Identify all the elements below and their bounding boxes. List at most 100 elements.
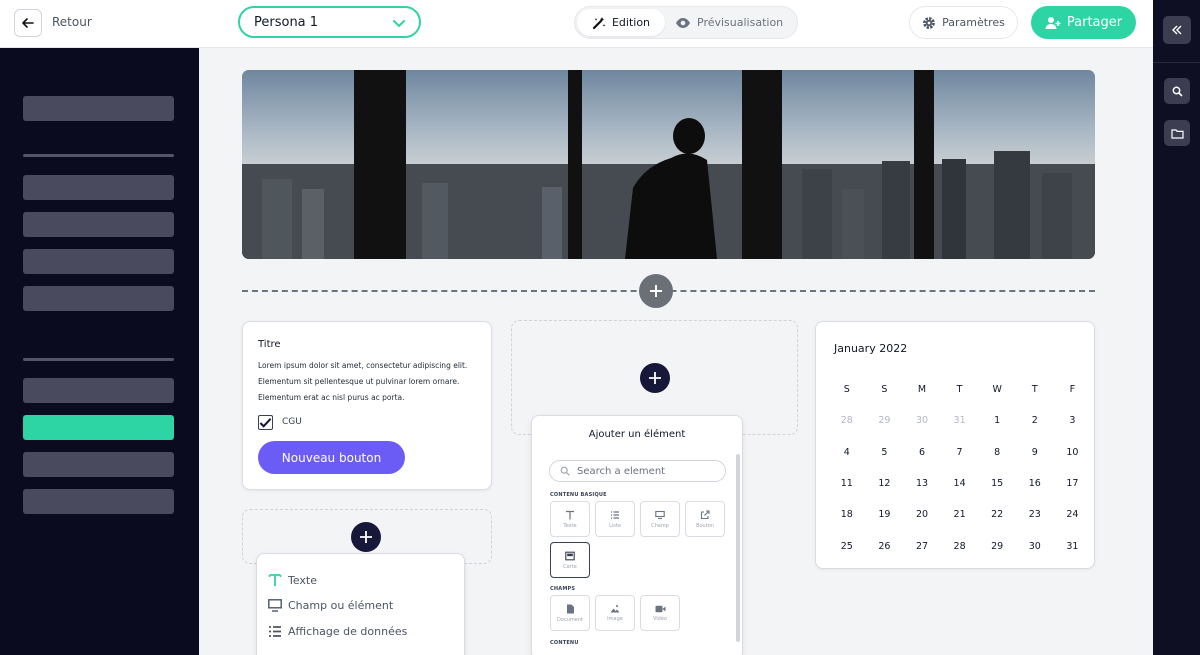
sidebar-item[interactable] bbox=[23, 452, 174, 477]
tile-video[interactable]: Vidéo bbox=[640, 595, 680, 631]
menu-item-field[interactable]: Champ ou élément bbox=[268, 599, 393, 612]
settings-label: Paramètres bbox=[942, 16, 1005, 29]
rail-divider bbox=[1153, 62, 1200, 63]
sidebar-item[interactable] bbox=[23, 378, 174, 403]
calendar-day[interactable]: 3 bbox=[1054, 405, 1092, 436]
calendar-day[interactable]: 28 bbox=[828, 405, 866, 436]
add-section-button[interactable] bbox=[639, 274, 673, 308]
calendar-day[interactable]: 30 bbox=[903, 405, 941, 436]
building bbox=[422, 183, 448, 259]
calendar-day[interactable]: 29 bbox=[978, 530, 1016, 561]
building bbox=[302, 189, 324, 259]
calendar-day[interactable]: 6 bbox=[903, 437, 941, 468]
card-icon bbox=[565, 551, 575, 560]
add-element-button[interactable] bbox=[351, 522, 381, 552]
new-button[interactable]: Nouveau bouton bbox=[258, 441, 405, 474]
text-card[interactable]: Titre Lorem ipsum dolor sit amet, consec… bbox=[242, 321, 492, 490]
share-button[interactable]: Partager bbox=[1031, 6, 1136, 39]
calendar-day[interactable]: 25 bbox=[828, 530, 866, 561]
settings-button[interactable]: Paramètres bbox=[909, 6, 1018, 39]
calendar-day[interactable]: 28 bbox=[941, 530, 979, 561]
sidebar-item[interactable] bbox=[23, 96, 174, 121]
tile-button[interactable]: Bouton bbox=[685, 501, 725, 537]
calendar-day[interactable]: 14 bbox=[941, 468, 979, 499]
calendar-day[interactable]: 20 bbox=[903, 499, 941, 530]
hero-image[interactable] bbox=[242, 70, 1095, 259]
cgu-checkbox[interactable] bbox=[258, 415, 273, 430]
calendar-day[interactable]: 29 bbox=[866, 405, 904, 436]
calendar-day[interactable]: 22 bbox=[978, 499, 1016, 530]
tile-label: Liste bbox=[609, 522, 621, 529]
calendar-day[interactable]: 23 bbox=[1016, 499, 1054, 530]
tile-image[interactable]: Image bbox=[595, 595, 635, 631]
calendar-day[interactable]: 9 bbox=[1016, 437, 1054, 468]
add-element-panel: Ajouter un élément Search a element CONT… bbox=[531, 415, 743, 655]
section-label-basic: CONTENU BASIQUE bbox=[550, 492, 607, 498]
calendar-day[interactable]: 17 bbox=[1054, 468, 1092, 499]
tile-label: Carte bbox=[563, 563, 577, 570]
sidebar-item[interactable] bbox=[23, 286, 174, 311]
calendar-day[interactable]: 27 bbox=[903, 530, 941, 561]
menu-item-data-display[interactable]: Affichage de données bbox=[268, 625, 407, 638]
calendar-day[interactable]: 13 bbox=[903, 468, 941, 499]
calendar-day[interactable]: 15 bbox=[978, 468, 1016, 499]
calendar-day[interactable]: 16 bbox=[1016, 468, 1054, 499]
sidebar-item[interactable] bbox=[23, 489, 174, 514]
add-element-button[interactable] bbox=[640, 363, 670, 393]
mode-preview-label: Prévisualisation bbox=[697, 16, 784, 29]
calendar-day[interactable]: 5 bbox=[866, 437, 904, 468]
calendar-day[interactable]: 19 bbox=[866, 499, 904, 530]
calendar-day[interactable]: 31 bbox=[1054, 530, 1092, 561]
section-label-fields: CHAMPS bbox=[550, 586, 576, 592]
calendar-day[interactable]: 31 bbox=[941, 405, 979, 436]
gear-icon bbox=[923, 16, 936, 29]
sidebar-separator bbox=[23, 154, 174, 157]
back-button[interactable] bbox=[14, 9, 42, 37]
calendar-day[interactable]: 4 bbox=[828, 437, 866, 468]
calendar-day[interactable]: 7 bbox=[941, 437, 979, 468]
calendar-day[interactable]: 30 bbox=[1016, 530, 1054, 561]
sidebar-item[interactable] bbox=[23, 212, 174, 237]
chevrons-left-icon bbox=[1172, 25, 1182, 35]
sidebar-item[interactable] bbox=[23, 249, 174, 274]
tile-label: Vidéo bbox=[652, 615, 667, 622]
folder-button[interactable] bbox=[1164, 120, 1190, 146]
element-search-input[interactable]: Search a element bbox=[549, 460, 726, 482]
mode-preview-tab[interactable]: Prévisualisation bbox=[675, 9, 795, 36]
collapse-panel-button[interactable] bbox=[1163, 16, 1191, 44]
search-button[interactable] bbox=[1164, 78, 1190, 104]
building bbox=[802, 169, 832, 259]
sidebar-item-active[interactable] bbox=[23, 415, 174, 440]
field-icon bbox=[268, 599, 282, 612]
persona-select[interactable]: Persona 1 bbox=[238, 6, 421, 38]
calendar-day[interactable]: 26 bbox=[866, 530, 904, 561]
calendar-day[interactable]: 2 bbox=[1016, 405, 1054, 436]
tile-card[interactable]: Carte bbox=[550, 542, 590, 578]
magic-wand-icon bbox=[592, 16, 606, 29]
tile-text[interactable]: Texte bbox=[550, 501, 590, 537]
tile-field[interactable]: Champ bbox=[640, 501, 680, 537]
tile-list[interactable]: Liste bbox=[595, 501, 635, 537]
calendar-day[interactable]: 24 bbox=[1054, 499, 1092, 530]
calendar-day[interactable]: 10 bbox=[1054, 437, 1092, 468]
list-icon bbox=[269, 626, 281, 637]
calendar-day[interactable]: 21 bbox=[941, 499, 979, 530]
back-label[interactable]: Retour bbox=[52, 15, 92, 29]
building bbox=[842, 189, 864, 259]
sidebar-item[interactable] bbox=[23, 175, 174, 200]
calendar-day[interactable]: 8 bbox=[978, 437, 1016, 468]
mode-toggle: Edition Prévisualisation bbox=[574, 6, 798, 39]
menu-item-text[interactable]: Texte bbox=[268, 573, 317, 587]
calendar-day[interactable]: 1 bbox=[978, 405, 1016, 436]
persona-select-value: Persona 1 bbox=[254, 14, 319, 30]
mode-edit-tab[interactable]: Edition bbox=[577, 9, 665, 36]
panel-scrollbar[interactable] bbox=[736, 454, 740, 642]
video-icon bbox=[655, 605, 665, 612]
calendar-day[interactable]: 18 bbox=[828, 499, 866, 530]
tile-document[interactable]: Document bbox=[550, 595, 590, 631]
section-label-content: CONTENU bbox=[550, 640, 579, 646]
calendar-day[interactable]: 12 bbox=[866, 468, 904, 499]
calendar-card[interactable]: January 2022 S S M T W T F 28 29 30 31 1 2 3 4 5 6 7 8 9 10 1… bbox=[815, 321, 1095, 569]
calendar-day[interactable]: 11 bbox=[828, 468, 866, 499]
list-icon bbox=[611, 510, 619, 519]
